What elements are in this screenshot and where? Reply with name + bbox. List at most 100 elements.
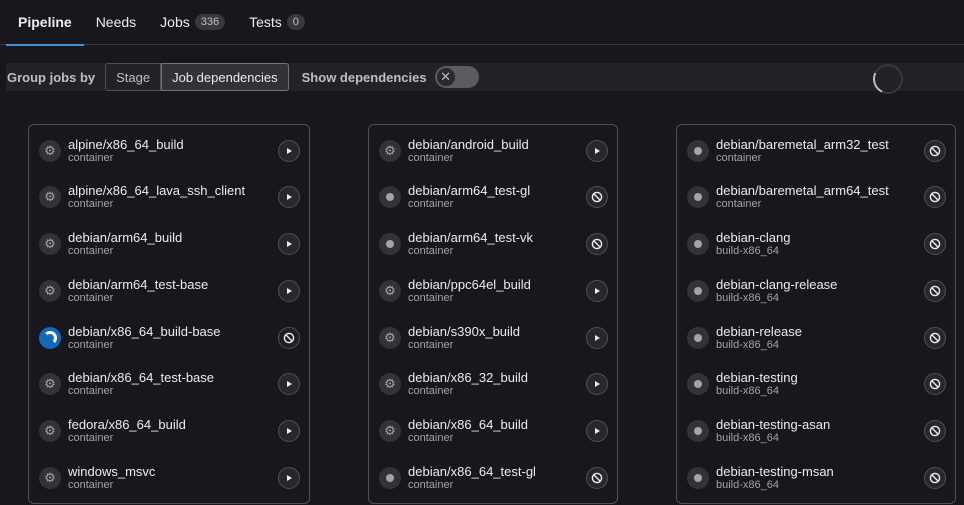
job-text: fedora/x86_64_build container [68, 417, 278, 445]
job-item[interactable]: debian-release build-x86_64 [677, 314, 955, 361]
job-text: debian/x86_64_test-base container [68, 370, 278, 398]
play-icon [284, 286, 294, 296]
job-item[interactable]: ⚙ debian/x86_32_build container [369, 360, 617, 407]
gear-icon: ⚙ [379, 326, 401, 349]
cancel-job-button[interactable] [586, 232, 608, 255]
created-icon [687, 139, 709, 162]
job-item[interactable]: debian/arm64_test-vk container [369, 220, 617, 267]
job-stage: container [408, 478, 454, 491]
job-stage: container [716, 197, 762, 210]
play-job-button[interactable] [278, 279, 300, 302]
job-name: debian/x86_64_build-base [68, 323, 221, 339]
job-item[interactable]: debian-testing build-x86_64 [677, 360, 955, 407]
job-text: debian/x86_64_test-gl container [408, 464, 586, 492]
cancel-job-button[interactable] [278, 326, 300, 349]
job-item[interactable]: ⚙ alpine/x86_64_lava_ssh_client container [29, 173, 309, 220]
job-item[interactable]: debian-clang build-x86_64 [677, 220, 955, 267]
gear-icon: ⚙ [379, 372, 401, 395]
stage-button[interactable]: Stage [105, 63, 162, 91]
gear-icon: ⚙ [379, 139, 401, 162]
job-stage: container [68, 197, 114, 210]
play-job-button[interactable] [586, 139, 608, 162]
play-job-button[interactable] [586, 372, 608, 395]
tab-pipeline[interactable]: Pipeline [6, 0, 84, 46]
job-name: debian/x86_64_build [408, 416, 528, 432]
tab-jobs[interactable]: Jobs 336 [148, 0, 237, 45]
job-item[interactable]: debian/x86_64_test-gl container [369, 454, 617, 501]
job-item[interactable]: ⚙ debian/x86_64_build container [369, 407, 617, 454]
play-job-button[interactable] [278, 372, 300, 395]
job-name: debian/x86_64_test-base [68, 369, 215, 385]
play-icon [284, 239, 294, 249]
job-item[interactable]: ⚙ fedora/x86_64_build container [29, 407, 309, 454]
job-item[interactable]: debian-testing-msan build-x86_64 [677, 454, 955, 501]
job-item[interactable]: debian/x86_64_build-base container [29, 314, 309, 361]
job-stage: build-x86_64 [716, 244, 779, 257]
job-name: debian/android_build [408, 136, 529, 152]
cancel-job-button[interactable] [924, 185, 946, 208]
job-item[interactable]: ⚙ alpine/x86_64_build container [29, 127, 309, 174]
cancel-job-button[interactable] [924, 466, 946, 489]
play-job-button[interactable] [278, 419, 300, 442]
jobs-count-badge: 336 [194, 14, 226, 30]
job-item[interactable]: debian/baremetal_arm32_test container [677, 127, 955, 174]
job-stage: container [68, 244, 114, 257]
tab-needs-label: Needs [95, 14, 137, 30]
cancel-job-button[interactable] [924, 232, 946, 255]
play-icon [284, 192, 294, 202]
play-icon [284, 379, 294, 389]
play-icon [592, 426, 602, 436]
tab-pipeline-label: Pipeline [18, 14, 72, 30]
cancel-job-button[interactable] [924, 279, 946, 302]
show-dependencies-toggle[interactable]: ✕ [434, 66, 479, 88]
job-item[interactable]: debian-testing-asan build-x86_64 [677, 407, 955, 454]
job-name: debian-release [716, 323, 803, 339]
group-by-segmented-control: Stage Job dependencies [105, 63, 289, 91]
job-stage: container [68, 478, 114, 491]
cancel-job-button[interactable] [924, 419, 946, 442]
play-icon [592, 286, 602, 296]
job-stage: container [68, 151, 114, 164]
job-name: debian/s390x_build [408, 323, 521, 339]
play-job-button[interactable] [586, 419, 608, 442]
tab-needs[interactable]: Needs [84, 0, 148, 45]
job-item[interactable]: ⚙ debian/s390x_build container [369, 314, 617, 361]
job-stage: container [408, 384, 454, 397]
play-icon [284, 473, 294, 483]
job-name: debian-testing-asan [716, 416, 831, 432]
cancel-job-button[interactable] [924, 372, 946, 395]
job-stage: container [68, 291, 114, 304]
play-job-button[interactable] [278, 185, 300, 208]
created-icon [687, 185, 709, 208]
job-item[interactable]: ⚙ debian/android_build container [369, 127, 617, 174]
job-item[interactable]: debian/baremetal_arm64_test container [677, 173, 955, 220]
job-item[interactable]: ⚙ windows_msvc container [29, 454, 309, 501]
cancel-job-button[interactable] [924, 326, 946, 349]
job-name: debian/x86_64_test-gl [408, 463, 536, 479]
job-text: debian/x86_64_build container [408, 417, 586, 445]
cancel-job-button[interactable] [586, 185, 608, 208]
job-item[interactable]: ⚙ debian/x86_64_test-base container [29, 360, 309, 407]
play-job-button[interactable] [586, 326, 608, 349]
job-stage: container [408, 291, 454, 304]
job-text: alpine/x86_64_build container [68, 137, 278, 165]
job-name: debian-testing [716, 369, 798, 385]
play-icon [592, 333, 602, 343]
job-item[interactable]: ⚙ debian/arm64_build container [29, 220, 309, 267]
tab-tests[interactable]: Tests 0 [237, 0, 317, 45]
cancel-job-button[interactable] [924, 139, 946, 162]
play-job-button[interactable] [278, 139, 300, 162]
job-dependencies-button[interactable]: Job dependencies [161, 63, 289, 91]
play-job-button[interactable] [586, 279, 608, 302]
job-item[interactable]: debian-clang-release build-x86_64 [677, 267, 955, 314]
cancel-job-button[interactable] [586, 466, 608, 489]
play-job-button[interactable] [278, 466, 300, 489]
created-icon [379, 466, 401, 489]
play-job-button[interactable] [278, 232, 300, 255]
job-item[interactable]: debian/arm64_test-gl container [369, 173, 617, 220]
job-text: debian/s390x_build container [408, 324, 586, 352]
play-icon [592, 379, 602, 389]
job-stage: container [716, 151, 762, 164]
job-item[interactable]: ⚙ debian/ppc64el_build container [369, 267, 617, 314]
job-item[interactable]: ⚙ debian/arm64_test-base container [29, 267, 309, 314]
